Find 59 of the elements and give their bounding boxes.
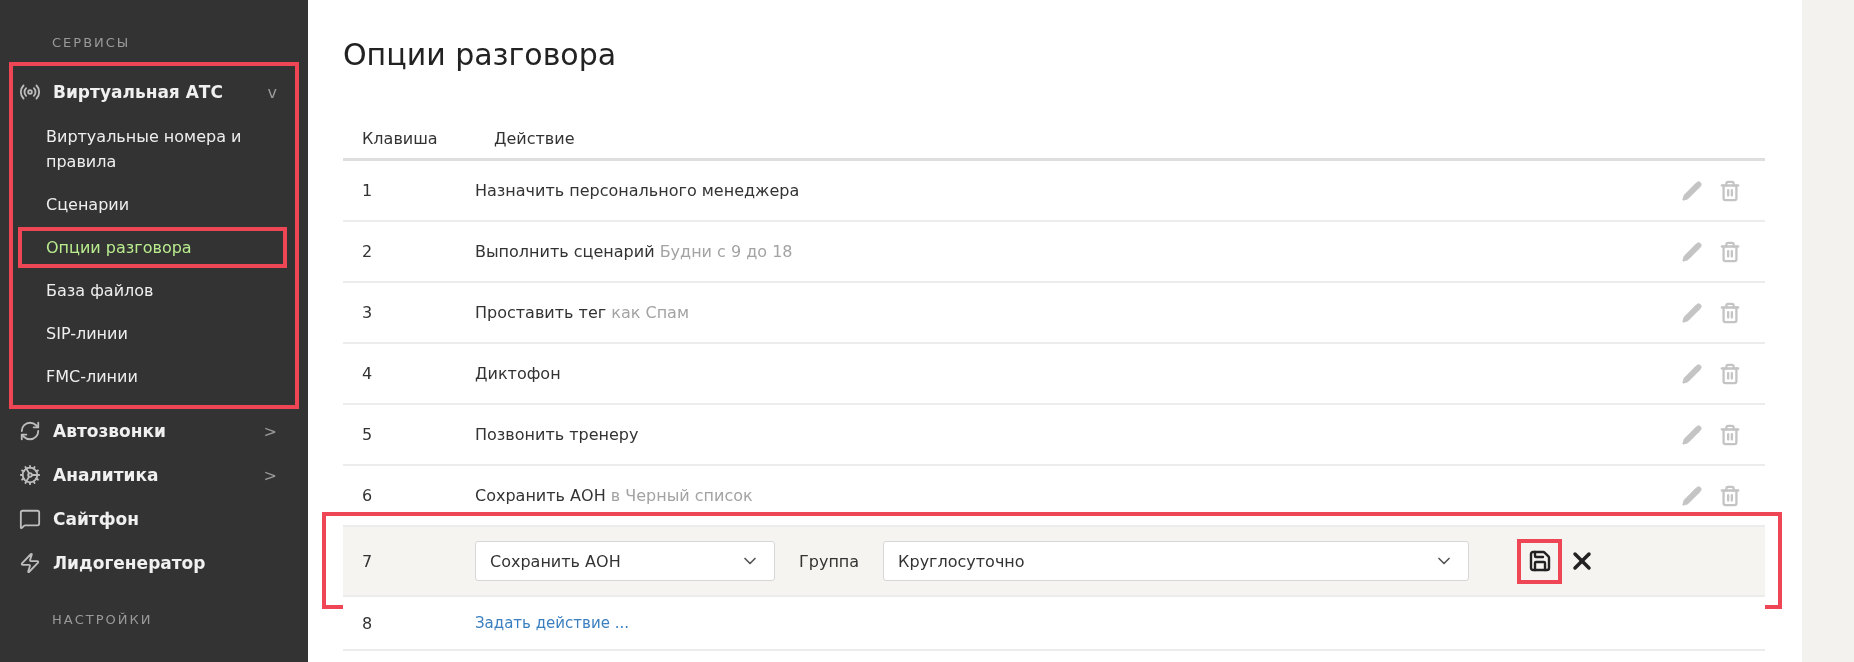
edit-button[interactable] — [1681, 362, 1703, 385]
group-label: Группа — [799, 551, 860, 571]
section-heading: НАСТРОЙКИ — [51, 611, 153, 629]
delete-button[interactable] — [1719, 484, 1741, 507]
toggle-arrow[interactable]: > — [263, 421, 277, 441]
nav-label: Автозвонки — [53, 421, 167, 441]
delete-button[interactable] — [1719, 301, 1741, 324]
key-cell-text: 1 — [361, 181, 374, 200]
lightning-icon — [19, 552, 41, 574]
nav-label: Виртуальная АТС — [53, 82, 224, 102]
section-heading: СЕРВИСЫ — [51, 34, 131, 52]
key-cell-text: 8 — [361, 613, 374, 633]
edit-button[interactable] — [1681, 301, 1703, 324]
column-header: Клавиша — [361, 128, 439, 148]
action-text: Выполнить сценарий Будни с 9 до 18 — [475, 242, 794, 261]
nav-item[interactable]: Аналитика > — [13, 453, 295, 497]
toggle-arrow[interactable]: v — [267, 82, 277, 102]
nav-item[interactable]: Автозвонки > — [13, 409, 295, 453]
add-action-link[interactable]: Задать действие ... — [475, 614, 629, 632]
key-cell-text: 3 — [361, 303, 374, 322]
delete-button[interactable] — [1719, 423, 1741, 446]
edit-button[interactable] — [1681, 484, 1703, 507]
nav-item[interactable]: Сайтфон — [13, 497, 295, 541]
delete-button[interactable] — [1719, 362, 1741, 385]
nav-label: Лидогенератор — [53, 553, 207, 573]
nav-subitem[interactable]: FMC-линии — [18, 356, 287, 397]
nav-subitem[interactable]: SIP-линии — [18, 313, 287, 354]
key-cell-text: 6 — [361, 486, 374, 505]
refresh-icon — [19, 420, 41, 442]
action-text: Диктофон — [475, 364, 562, 383]
action-text: Сохранить АОН в Черный список — [475, 486, 754, 505]
action-text: Назначить персонального менеджера — [475, 181, 801, 200]
key-cell-text: 7 — [361, 551, 374, 571]
nav-subitem[interactable]: База файлов — [18, 270, 287, 311]
edit-button[interactable] — [1681, 423, 1703, 446]
nav-label: Сайтфон — [53, 509, 140, 529]
action-select[interactable]: Сохранить АОН — [475, 541, 775, 581]
edit-button[interactable] — [1681, 240, 1703, 263]
delete-button[interactable] — [1719, 240, 1741, 263]
page-title: Опции разговора — [343, 36, 617, 74]
column-header: Действие — [493, 128, 575, 148]
nav-item[interactable]: Лидогенератор — [13, 541, 295, 585]
nav-subitem[interactable]: Сценарии — [18, 184, 287, 225]
key-cell-text: 4 — [361, 364, 374, 383]
nav-label: Аналитика — [53, 465, 160, 485]
gear-icon — [19, 464, 41, 486]
edit-button[interactable] — [1681, 179, 1703, 202]
toggle-arrow[interactable]: > — [263, 465, 277, 485]
action-text: Позвонить тренеру — [475, 425, 640, 444]
key-cell-text: 2 — [361, 242, 374, 261]
nav-item[interactable]: Виртуальная АТС v — [13, 70, 295, 114]
save-button[interactable] — [1517, 538, 1563, 584]
delete-button[interactable] — [1719, 179, 1741, 202]
chat-icon — [19, 508, 41, 530]
group-select[interactable]: Круглосуточно — [883, 541, 1470, 581]
action-text: Проставить тег как Спам — [475, 303, 690, 322]
key-cell-text: 5 — [361, 425, 374, 444]
nav-subitem[interactable]: Виртуальные номера и правила — [18, 116, 287, 182]
nav-subitem[interactable]: Опции разговора — [18, 227, 287, 268]
